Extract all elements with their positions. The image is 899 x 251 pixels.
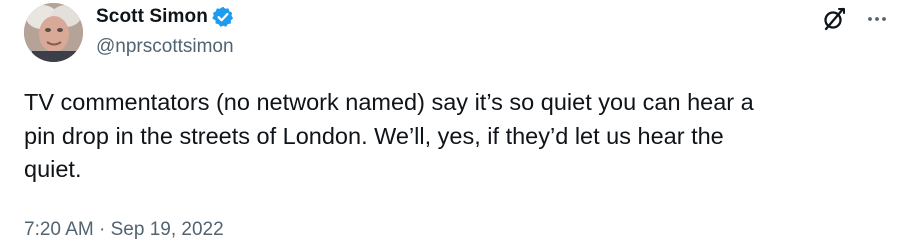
- timestamp-separator: ·: [93, 219, 111, 240]
- avatar[interactable]: [24, 3, 83, 62]
- tweet-actions-top: [821, 6, 889, 32]
- avatar-portrait-icon: [24, 3, 83, 62]
- tweet-timestamp[interactable]: 7:20 AM · Sep 19, 2022: [24, 219, 224, 241]
- grok-icon[interactable]: [821, 6, 847, 32]
- tweet-text: TV commentators (no network named) say i…: [24, 89, 754, 182]
- author-handle[interactable]: @nprscottsimon: [96, 36, 234, 58]
- author-display-name[interactable]: Scott Simon: [96, 6, 208, 28]
- author-name-row: Scott Simon: [96, 4, 234, 30]
- tweet: Scott Simon @nprscottsimon TV commentato: [0, 0, 899, 251]
- more-options-icon[interactable]: [865, 7, 889, 31]
- verified-badge-icon[interactable]: [212, 6, 234, 28]
- tweet-time: 7:20 AM: [24, 219, 94, 240]
- tweet-date: Sep 19, 2022: [110, 219, 224, 240]
